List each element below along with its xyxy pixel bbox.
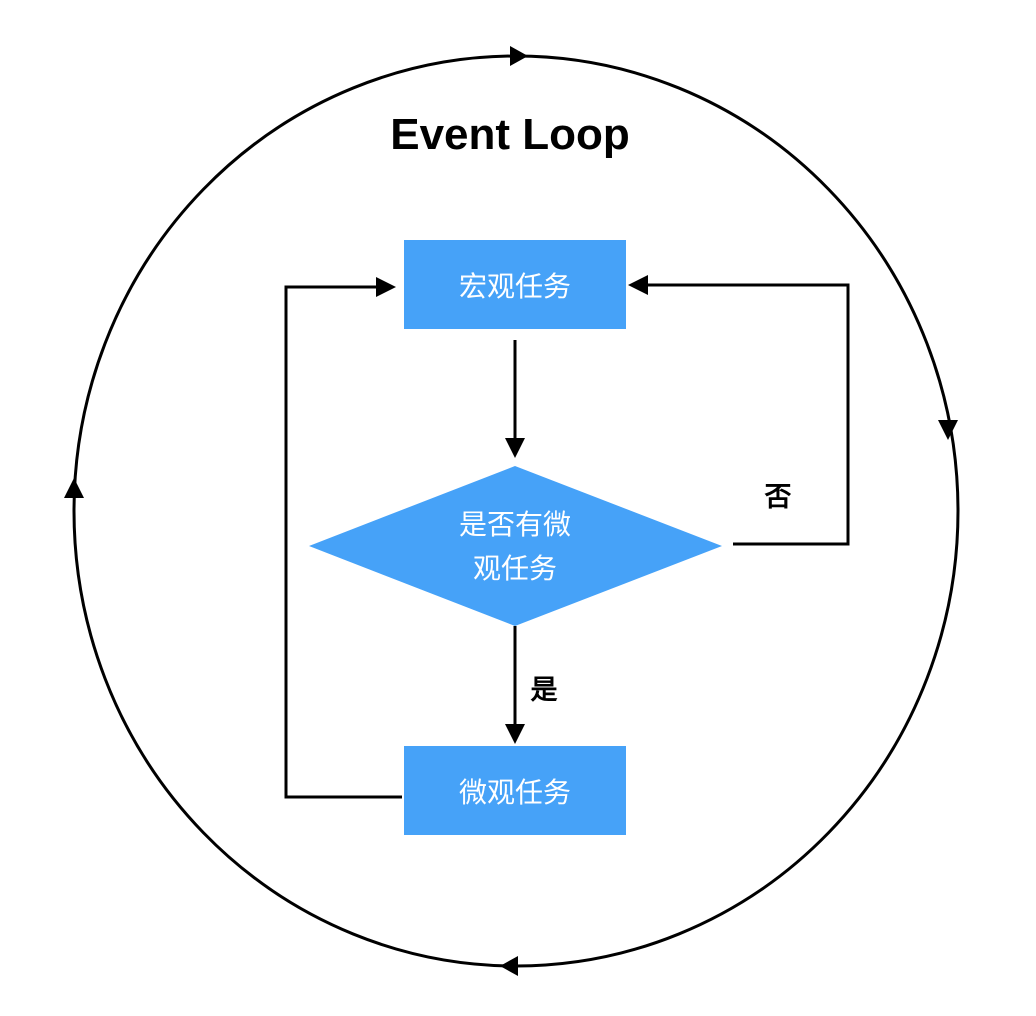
edge-no-arrowhead <box>628 275 648 295</box>
yes-label: 是 <box>531 675 558 706</box>
no-label: 否 <box>765 482 792 513</box>
decision-node <box>309 466 722 626</box>
loop-arrow-top <box>510 46 528 66</box>
edge-yes-arrowhead <box>505 724 525 744</box>
edge-macro-to-decision-arrowhead <box>505 438 525 458</box>
loop-arrow-bottom <box>500 956 518 976</box>
loop-arrow-right <box>938 420 958 440</box>
diagram-title: Event Loop <box>390 110 630 159</box>
loop-arrow-left <box>64 478 84 498</box>
decision-label-line1: 是否有微 <box>459 508 571 541</box>
macro-task-label: 宏观任务 <box>459 270 571 303</box>
edge-no <box>646 283 850 546</box>
edge-micro-to-macro-arrowhead <box>376 277 396 297</box>
micro-task-label: 微观任务 <box>459 776 571 809</box>
decision-label-line2: 观任务 <box>473 552 557 585</box>
event-loop-diagram: Event Loop 宏观任务 是否有微 观任务 是 否 微观任务 <box>64 46 960 976</box>
